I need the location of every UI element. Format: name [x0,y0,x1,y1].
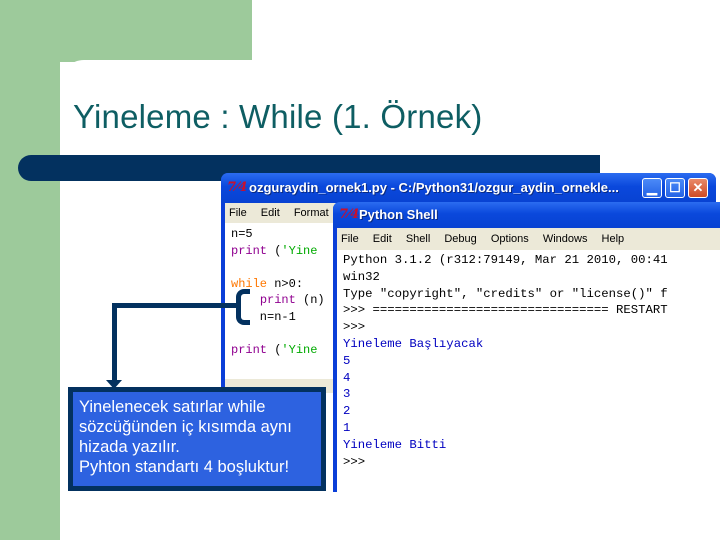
menu-windows[interactable]: Windows [543,233,588,245]
decor-green-left [0,0,60,540]
maximize-icon: ☐ [669,180,681,195]
code-token: print [259,293,296,307]
shell-menubar: File Edit Shell Debug Options Windows He… [337,228,720,250]
editor-window-title: ozguraydin_ornek1.py - C:/Python31/ozgur… [249,180,619,195]
code-line: print ('Yine [231,244,317,258]
annotation-line: hizada yazılır. [79,438,180,456]
menu-format[interactable]: Format [294,207,329,219]
annotation-line: sözcüğünden iç kısımda aynı [79,418,292,436]
idle-app-icon: 7⁄4 [339,207,360,222]
shell-line: 3 [343,387,351,402]
shell-titlebar[interactable]: 7⁄4 Python Shell [333,202,720,228]
shell-line: >>> ================================ RES… [343,303,668,318]
menu-options[interactable]: Options [491,233,529,245]
close-icon: ✕ [692,180,704,195]
code-token: print [231,243,268,258]
shell-line: Python 3.1.2 (r312:79149, Mar 21 2010, 0… [343,253,668,267]
code-token: n=5 [231,227,253,241]
slide-title: Yineleme : While (1. Örnek) [73,98,483,135]
shell-line: 2 [343,404,351,419]
code-token: n>0: [267,276,304,291]
code-line: print ('Yine [231,343,317,357]
shell-window-title: Python Shell [359,207,438,222]
code-token: 'Yine [281,342,318,357]
menu-file[interactable]: File [341,233,359,245]
menu-file[interactable]: File [229,207,247,219]
code-token: 'Yine [281,243,318,258]
menu-edit[interactable]: Edit [373,233,392,245]
shell-line: Yineleme Başlıyacak [343,337,484,351]
annotation-line: Yinelenecek satırlar while [79,398,266,416]
code-token: ( [267,243,282,258]
menu-edit[interactable]: Edit [261,207,280,219]
connector-line-horizontal [112,303,238,308]
maximize-button[interactable]: ☐ [665,178,685,198]
editor-titlebar[interactable]: 7⁄4 ozguraydin_ornek1.py - C:/Python31/o… [221,173,716,203]
menu-debug[interactable]: Debug [444,233,476,245]
shell-line: Yineleme Bitti [343,437,447,452]
code-token: print [231,342,268,357]
annotation-line: Pyhton standartı 4 boşluktur! [79,458,290,476]
shell-line: 1 [343,421,351,435]
code-token: (n) [295,293,325,307]
close-button[interactable]: ✕ [688,178,708,198]
shell-output[interactable]: Python 3.1.2 (r312:79149, Mar 21 2010, 0… [337,250,720,492]
minimize-icon: ▁ [647,180,657,195]
shell-line: win32 [343,269,380,284]
annotation-callout: Yinelenecek satırlar while sözcüğünden i… [68,387,326,491]
shell-line: >>> [343,454,366,469]
indent-bracket [236,289,250,325]
shell-line: >>> [343,320,366,335]
connector-line-vertical [112,303,117,385]
code-token: ( [267,342,282,357]
code-line: n=5 [231,227,253,241]
menu-help[interactable]: Help [602,233,625,245]
minimize-button[interactable]: ▁ [642,178,662,198]
menu-shell[interactable]: Shell [406,233,430,245]
shell-window: 7⁄4 Python Shell File Edit Shell Debug O… [333,202,720,492]
shell-line: Type "copyright", "credits" or "license(… [343,286,668,301]
shell-line: 4 [343,370,351,385]
shell-line: 5 [343,353,351,368]
idle-app-icon: 7⁄4 [227,180,248,195]
